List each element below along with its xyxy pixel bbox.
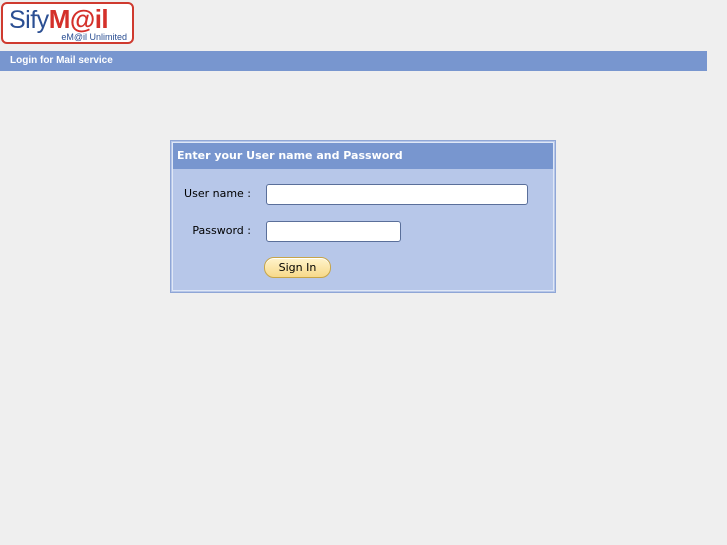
password-input[interactable]: [266, 221, 401, 242]
password-label: Password :: [192, 224, 251, 237]
logo-mail-text: M@il: [48, 4, 109, 34]
top-title-bar: Login for Mail service: [0, 51, 707, 71]
top-bar-title: Login for Mail service: [10, 55, 113, 66]
logo-tagline: eM@il Unlimited: [61, 32, 127, 42]
logo-sify-text: Sify: [9, 6, 49, 34]
login-panel-heading: Enter your User name and Password: [177, 149, 403, 162]
sify-mail-logo: SifyM@il eM@il Unlimited: [1, 2, 134, 44]
username-input[interactable]: [266, 184, 528, 205]
username-label: User name :: [184, 187, 251, 200]
login-panel: Enter your User name and Password User n…: [170, 140, 556, 293]
login-panel-header: Enter your User name and Password: [173, 143, 553, 169]
sign-in-button[interactable]: Sign In: [264, 257, 331, 278]
